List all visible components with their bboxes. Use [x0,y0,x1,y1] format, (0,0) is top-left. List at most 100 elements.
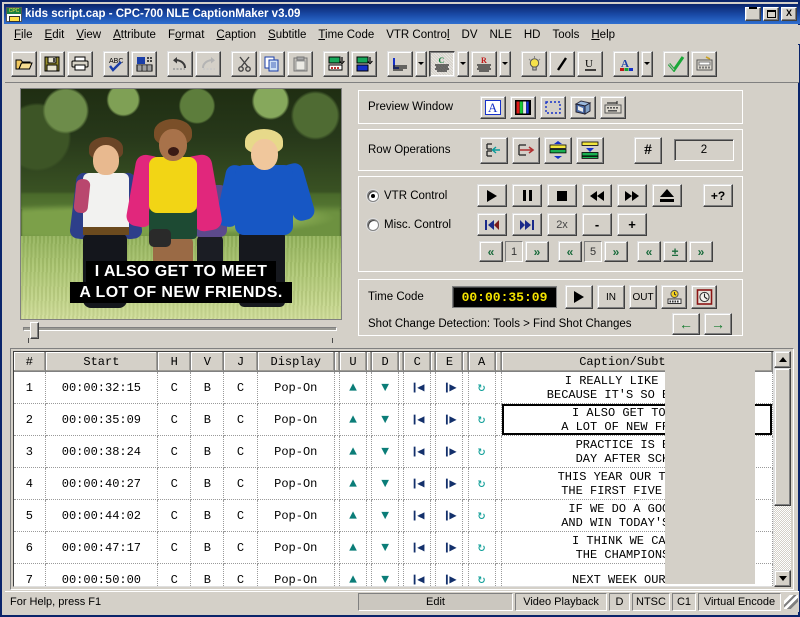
resize-grip[interactable] [784,595,798,609]
menu-item-file[interactable]: File [8,27,39,43]
move-down-cell[interactable]: ▼ [371,563,400,586]
scroll-thumb[interactable] [774,368,791,506]
start-timecode-cell[interactable]: 00:00:50:00 [45,563,159,586]
table-row[interactable]: 2 00:00:35:09 C B C Pop-On ▲ ▼ ❙◀ ❙▶ ↻ I ALSO GET T… [14,403,773,436]
move-up-cell[interactable]: ▲ [339,435,368,468]
move-up-cell[interactable]: ▲ [339,403,368,436]
horizontal-position-cell[interactable]: C [157,467,192,500]
green-check-icon[interactable] [663,50,689,77]
cue-out-cell[interactable]: ❙▶ [435,371,464,404]
move-up-cell[interactable]: ▲ [339,467,368,500]
out-point-button[interactable]: OUT [629,285,657,309]
move-up-cell[interactable]: ▲ [339,371,368,404]
eject-icon[interactable] [652,184,682,207]
col-header-c[interactable]: C [403,352,432,372]
next-shot-button[interactable]: → [704,313,732,335]
decrement-button[interactable]: - [582,213,612,236]
redo-arrow-icon[interactable] [195,50,221,77]
scroll-up-button[interactable] [774,351,791,368]
table-row[interactable]: 1 00:00:32:15 C B C Pop-On ▲ ▼ ❙◀ ❙▶ ↻ I REALLY LIK… [14,371,773,404]
move-down-cell[interactable]: ▼ [371,403,400,436]
row-insert-down-icon[interactable] [323,50,349,77]
font-color-icon[interactable]: A [613,50,639,77]
jump-fwd-button[interactable]: » [689,241,713,262]
rewind-icon[interactable] [582,184,612,207]
align-left-icon[interactable] [387,50,413,77]
jump-back-button[interactable]: « [637,241,661,262]
step-back-5-button[interactable]: « [558,241,582,262]
video-position-slider[interactable] [20,322,340,339]
display-mode-cell[interactable]: Pop-On [257,467,335,500]
move-down-cell[interactable]: ▼ [371,499,400,532]
cue-in-cell[interactable]: ❙◀ [403,467,432,500]
preview-grid-icon[interactable] [131,50,157,77]
clipboard-icon[interactable] [287,50,313,77]
lightbulb-icon[interactable] [521,50,547,77]
col-header-u[interactable]: U [339,352,368,372]
cue-in-cell[interactable]: ❙◀ [403,435,432,468]
scissors-icon[interactable] [231,50,257,77]
horizontal-position-cell[interactable]: C [157,403,192,436]
scroll-trough[interactable] [774,368,791,570]
collapse-rows-icon[interactable] [576,136,604,164]
cue-in-cell[interactable]: ❙◀ [403,563,432,586]
step-fwd-5-button[interactable]: » [604,241,628,262]
auto-sync-cell[interactable]: ↻ [468,435,496,468]
step-field-5[interactable]: 5 [584,241,602,262]
justification-cell[interactable]: C [223,371,258,404]
3d-box-icon[interactable] [570,95,596,119]
undo-arrow-icon[interactable] [167,50,193,77]
col-header-number[interactable]: # [14,352,46,372]
cue-out-cell[interactable]: ❙▶ [435,563,464,586]
move-down-cell[interactable]: ▼ [371,531,400,564]
horizontal-position-cell[interactable]: C [157,531,192,564]
vertical-position-cell[interactable]: B [190,403,225,436]
horizontal-position-cell[interactable]: C [157,499,192,532]
scroll-down-button[interactable] [774,570,791,587]
vertical-position-cell[interactable]: B [190,467,225,500]
col-header-a[interactable]: A [468,352,496,372]
table-row[interactable]: 4 00:00:40:27 C B C Pop-On ▲ ▼ ❙◀ ❙▶ ↻ THIS YEAR OU… [14,467,773,500]
speed-button[interactable]: 2x [547,213,577,236]
encoder-icon[interactable] [691,50,717,77]
cue-in-cell[interactable]: ❙◀ [403,403,432,436]
cue-in-cell[interactable]: ❙◀ [403,371,432,404]
letter-a-boxed-icon[interactable]: A [480,95,506,119]
cue-in-cell[interactable]: ❙◀ [403,499,432,532]
move-up-cell[interactable]: ▲ [339,531,368,564]
move-up-cell[interactable]: ▲ [339,563,368,586]
horizontal-position-cell[interactable]: C [157,371,192,404]
start-timecode-cell[interactable]: 00:00:35:09 [45,403,159,436]
display-mode-cell[interactable]: Pop-On [257,563,335,586]
printer-icon[interactable] [67,50,93,77]
justification-cell[interactable]: C [223,531,258,564]
cue-in-cell[interactable]: ❙◀ [403,531,432,564]
col-header-h[interactable]: H [157,352,192,372]
open-folder-icon[interactable] [11,50,37,77]
video-preview[interactable]: I ALSO GET TO MEET A LOT OF NEW FRIENDS. [20,88,342,320]
col-header-d[interactable]: D [371,352,400,372]
step-back-1-button[interactable]: « [479,241,503,262]
step-field-1[interactable]: 1 [505,241,523,262]
cue-out-cell[interactable]: ❙▶ [435,499,464,532]
justification-cell[interactable]: C [223,563,258,586]
vertical-position-cell[interactable]: B [190,435,225,468]
col-header-j[interactable]: J [223,352,258,372]
align-left-dropdown[interactable] [415,50,427,77]
stop-icon[interactable] [547,184,577,207]
timecode-reader-icon[interactable] [661,285,687,309]
hash-icon[interactable]: # [634,136,662,164]
start-timecode-cell[interactable]: 00:00:44:02 [45,499,159,532]
skip-to-start-icon[interactable] [477,213,507,236]
table-row[interactable]: 3 00:00:38:24 C B C Pop-On ▲ ▼ ❙◀ ❙▶ ↻ PRACTICE IS … [14,435,773,468]
vertical-position-cell[interactable]: B [190,563,225,586]
col-header-display[interactable]: Display [257,352,335,372]
align-right-dropdown[interactable] [499,50,511,77]
col-header-start[interactable]: Start [45,352,159,372]
menu-item-edit[interactable]: Edit [39,27,71,43]
justification-cell[interactable]: C [223,435,258,468]
move-down-cell[interactable]: ▼ [371,371,400,404]
pause-icon[interactable] [512,184,542,207]
auto-sync-cell[interactable]: ↻ [468,371,496,404]
display-mode-cell[interactable]: Pop-On [257,371,335,404]
